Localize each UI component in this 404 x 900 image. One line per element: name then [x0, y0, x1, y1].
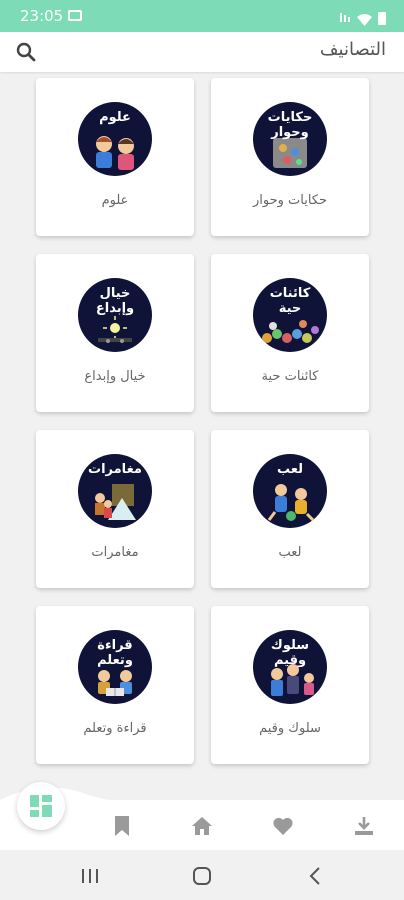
category-card[interactable]: علوم علوم — [36, 78, 194, 236]
category-thumbnail-title: سلوك وقيم — [270, 638, 310, 668]
category-thumbnail: كائنات حية — [253, 278, 327, 352]
category-thumbnail: مغامرات — [78, 454, 152, 528]
category-thumbnail: حكايات وحوار — [253, 102, 327, 176]
wifi-icon — [357, 12, 372, 26]
category-grid: حكايات وحوار حكايات وحوار علوم علوم كائن… — [0, 72, 404, 800]
category-label: لعب — [278, 545, 302, 560]
category-thumbnail: خيال وإبداع — [78, 278, 152, 352]
category-thumbnail-title: حكايات وحوار — [267, 110, 313, 140]
category-label: سلوك وقيم — [259, 721, 321, 736]
category-thumbnail-title: علوم — [99, 110, 131, 125]
home-button-icon[interactable] — [190, 865, 214, 887]
home-icon[interactable] — [190, 814, 214, 838]
category-label: علوم — [101, 193, 129, 208]
category-label: خيال وإبداع — [84, 369, 146, 384]
category-card[interactable]: سلوك وقيم سلوك وقيم — [211, 606, 369, 764]
battery-icon — [378, 12, 386, 25]
download-icon[interactable] — [352, 814, 376, 838]
status-icons — [339, 9, 386, 28]
recent-apps-icon[interactable] — [78, 865, 102, 887]
status-time: 23:05 — [20, 7, 64, 25]
category-label: قراءة وتعلم — [83, 721, 147, 736]
category-label: حكايات وحوار — [252, 193, 328, 208]
search-icon[interactable] — [14, 40, 38, 64]
category-label: كائنات حية — [261, 369, 319, 384]
image-notification-icon — [68, 10, 82, 21]
category-thumbnail-title: كائنات حية — [269, 286, 311, 316]
categories-icon — [30, 795, 52, 817]
app-bar: التصانيف — [0, 32, 404, 72]
category-thumbnail-title: قراءة وتعلم — [97, 638, 133, 668]
back-icon[interactable] — [304, 865, 328, 887]
category-thumbnail-title: لعب — [277, 462, 303, 477]
status-bar: 23:05 — [0, 0, 404, 32]
heart-icon[interactable] — [271, 814, 295, 838]
category-card[interactable]: قراءة وتعلم قراءة وتعلم — [36, 606, 194, 764]
category-thumbnail: علوم — [78, 102, 152, 176]
category-thumbnail-title: مغامرات — [88, 462, 142, 477]
category-thumbnail: لعب — [253, 454, 327, 528]
category-thumbnail: قراءة وتعلم — [78, 630, 152, 704]
category-thumbnail: سلوك وقيم — [253, 630, 327, 704]
mute-icon — [339, 9, 351, 28]
categories-tab-button[interactable] — [17, 782, 65, 830]
category-card[interactable]: كائنات حية كائنات حية — [211, 254, 369, 412]
bookmark-icon[interactable] — [110, 814, 134, 838]
category-card[interactable]: مغامرات مغامرات — [36, 430, 194, 588]
category-card[interactable]: خيال وإبداع خيال وإبداع — [36, 254, 194, 412]
category-thumbnail-title: خيال وإبداع — [95, 286, 135, 316]
page-title: التصانيف — [319, 39, 386, 60]
category-label: مغامرات — [91, 545, 139, 560]
system-nav-bar — [0, 850, 404, 900]
category-card[interactable]: لعب لعب — [211, 430, 369, 588]
category-card[interactable]: حكايات وحوار حكايات وحوار — [211, 78, 369, 236]
